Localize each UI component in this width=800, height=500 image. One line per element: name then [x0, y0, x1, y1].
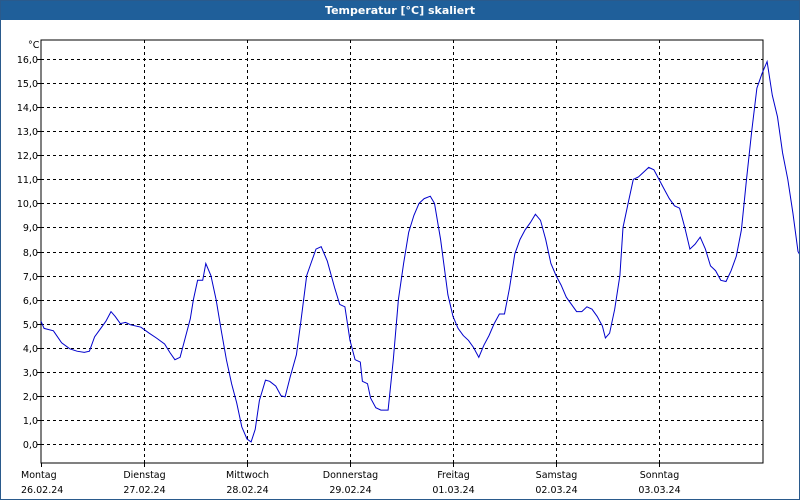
x-tick-date: 02.03.24: [535, 485, 577, 496]
temperature-chart: 0,0 1,0 2,0 3,0 4,0 5,0 6,0 7,0 8,0 9,0 10,0 11,0 12…: [17, 39, 799, 496]
y-tick-label: 1,0: [23, 416, 38, 427]
y-tick-label: 6,0: [23, 296, 38, 307]
x-tick-date: 26.02.24: [21, 485, 63, 496]
x-tick-date: 29.02.24: [329, 485, 371, 496]
x-tick-date: 27.02.24: [123, 485, 165, 496]
plot-frame: [40, 39, 764, 464]
y-tick-label: 15,0: [17, 79, 38, 90]
x-tick-weekday: Dienstag: [123, 470, 165, 481]
y-tick-label: 8,0: [23, 248, 38, 259]
y-tick-label: 13,0: [17, 127, 38, 138]
temperature-series-line: [40, 59, 799, 443]
x-tick-date: 28.02.24: [226, 485, 268, 496]
y-tick-label: 10,0: [17, 199, 38, 210]
y-tick-label: 14,0: [17, 103, 38, 114]
y-tick-label: 7,0: [23, 272, 38, 283]
x-tick-weekday: Montag: [21, 470, 57, 481]
x-tick-weekday: Mittwoch: [226, 470, 269, 481]
x-tick-date: 01.03.24: [432, 485, 474, 496]
y-tick-label: 3,0: [23, 368, 38, 379]
y-tick-label: 4,0: [23, 344, 38, 355]
y-tick-label: 2,0: [23, 392, 38, 403]
window-title: Temperatur [°C] skaliert: [1, 1, 799, 20]
y-tick-label: 11,0: [17, 175, 38, 186]
x-tick-weekday: Sonntag: [640, 470, 679, 481]
y-axis-label: °C: [28, 40, 40, 51]
x-tick-weekday: Freitag: [437, 470, 470, 481]
y-tick-label: 9,0: [23, 223, 38, 234]
chart-window: Temperatur [°C] skaliert 0,0 1,0 2,0 3,0 4,0…: [0, 0, 800, 500]
x-tick-weekday: Donnerstag: [323, 470, 378, 481]
y-tick-label: 16,0: [17, 55, 38, 66]
y-tick-label: 5,0: [23, 320, 38, 331]
y-tick-label: 12,0: [17, 151, 38, 162]
x-tick-weekday: Samstag: [536, 470, 578, 481]
x-tick-date: 03.03.24: [638, 485, 680, 496]
y-tick-label: 0,0: [23, 440, 38, 451]
